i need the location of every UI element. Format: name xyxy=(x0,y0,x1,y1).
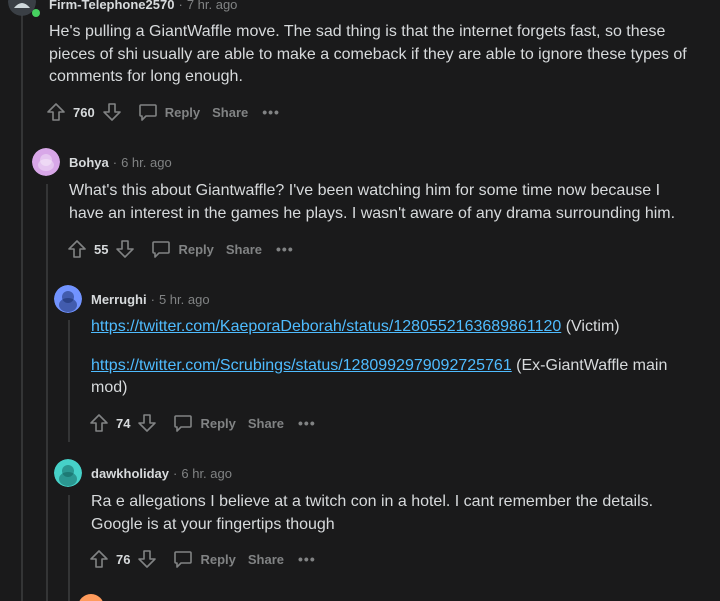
comment-meta: Bohya · 6 hr. ago xyxy=(69,155,172,170)
comment-body: What's this about Giantwaffle? I've been… xyxy=(69,180,679,225)
reply-button[interactable]: Reply xyxy=(172,412,236,434)
upvote-button[interactable] xyxy=(88,412,110,434)
downvote-button[interactable] xyxy=(114,238,136,260)
share-button[interactable]: Share xyxy=(212,105,248,120)
snoo-avatar-icon xyxy=(54,459,82,487)
separator: · xyxy=(178,0,183,12)
reply-button[interactable]: Reply xyxy=(137,101,200,123)
comment-meta: dawkholiday · 6 hr. ago xyxy=(91,466,232,481)
separator: · xyxy=(173,466,178,481)
upvote-button[interactable] xyxy=(66,238,88,260)
vote-score: 74 xyxy=(116,415,131,431)
more-options-button[interactable]: ••• xyxy=(298,551,316,567)
timestamp[interactable]: 7 hr. ago xyxy=(187,0,238,12)
username[interactable]: dawkholiday xyxy=(91,466,169,481)
upvote-arrow-icon xyxy=(47,103,65,121)
more-options-button[interactable]: ••• xyxy=(298,415,316,431)
online-indicator xyxy=(32,9,40,17)
thread-line[interactable] xyxy=(21,0,23,601)
avatar[interactable] xyxy=(54,285,82,313)
upvote-arrow-icon xyxy=(68,240,86,258)
upvote-arrow-icon xyxy=(90,414,108,432)
more-options-button[interactable]: ••• xyxy=(262,104,280,120)
tweet-link[interactable]: https://twitter.com/KaeporaDeborah/statu… xyxy=(91,318,561,335)
reply-button[interactable]: Reply xyxy=(172,548,236,570)
timestamp[interactable]: 5 hr. ago xyxy=(159,292,210,307)
separator: · xyxy=(150,292,155,307)
comment-text: What's this about Giantwaffle? I've been… xyxy=(69,182,676,222)
speech-bubble-icon xyxy=(174,415,193,432)
username[interactable]: Merrughi xyxy=(91,292,147,307)
thread-line[interactable] xyxy=(68,495,70,601)
comment-paragraph: https://twitter.com/Scrubings/status/128… xyxy=(91,355,681,400)
comment-body: Ra e allegations I believe at a twitch c… xyxy=(91,491,681,536)
comment-body: https://twitter.com/KaeporaDeborah/statu… xyxy=(91,316,681,400)
share-button[interactable]: Share xyxy=(248,552,284,567)
reply-label: Reply xyxy=(164,104,201,120)
comment-actions: 55 Reply Share ••• xyxy=(66,236,294,262)
timestamp[interactable]: 6 hr. ago xyxy=(181,466,232,481)
link-note: (Victim) xyxy=(561,318,620,335)
downvote-arrow-icon xyxy=(116,240,135,258)
speech-bubble-icon xyxy=(174,551,193,568)
avatar[interactable] xyxy=(54,459,82,487)
upvote-button[interactable] xyxy=(45,101,67,123)
timestamp[interactable]: 6 hr. ago xyxy=(121,155,172,170)
downvote-button[interactable] xyxy=(136,412,158,434)
comment-meta: Firm-Telephone2570 · 7 hr. ago xyxy=(49,0,237,12)
share-button[interactable]: Share xyxy=(226,242,262,257)
thread-line[interactable] xyxy=(46,184,48,601)
downvote-arrow-icon xyxy=(138,550,157,568)
snoo-avatar-icon xyxy=(32,148,60,176)
vote-score: 760 xyxy=(73,104,95,120)
comment-body: He's pulling a GiantWaffle move. The sad… xyxy=(49,21,689,89)
share-button[interactable]: Share xyxy=(248,416,284,431)
comment-actions: 760 Reply Share ••• xyxy=(45,99,280,125)
speech-bubble-icon xyxy=(138,104,157,121)
more-options-button[interactable]: ••• xyxy=(276,241,294,257)
username[interactable]: Bohya xyxy=(69,155,109,170)
snoo-avatar-icon xyxy=(54,285,82,313)
vote-score: 55 xyxy=(94,241,109,257)
comment-thread: Firm-Telephone2570 · 7 hr. ago He's pull… xyxy=(0,0,720,601)
thread-line[interactable] xyxy=(68,320,70,442)
avatar[interactable] xyxy=(78,594,104,601)
reply-label: Reply xyxy=(178,241,214,257)
reply-label: Reply xyxy=(200,415,236,431)
comment-paragraph: https://twitter.com/KaeporaDeborah/statu… xyxy=(91,316,681,339)
reply-label: Reply xyxy=(200,551,236,567)
username[interactable]: Firm-Telephone2570 xyxy=(49,0,174,12)
vote-score: 76 xyxy=(116,551,131,567)
comment-text: He's pulling a GiantWaffle move. The sad… xyxy=(49,23,687,85)
downvote-arrow-icon xyxy=(138,414,157,432)
speech-bubble-icon xyxy=(152,241,171,258)
tweet-link[interactable]: https://twitter.com/Scrubings/status/128… xyxy=(91,357,512,374)
avatar[interactable] xyxy=(32,148,60,176)
upvote-button[interactable] xyxy=(88,548,110,570)
separator: · xyxy=(112,155,118,170)
comment-actions: 76 Reply Share ••• xyxy=(88,546,316,572)
downvote-button[interactable] xyxy=(136,548,158,570)
downvote-button[interactable] xyxy=(101,101,123,123)
comment-actions: 74 Reply Share ••• xyxy=(88,410,316,436)
comment-meta: Merrughi · 5 hr. ago xyxy=(91,292,210,307)
comment-text: Ra e allegations I believe at a twitch c… xyxy=(91,493,654,533)
snoo-avatar-icon xyxy=(78,594,104,601)
reply-button[interactable]: Reply xyxy=(150,238,214,260)
upvote-arrow-icon xyxy=(90,550,108,568)
downvote-arrow-icon xyxy=(102,103,121,121)
